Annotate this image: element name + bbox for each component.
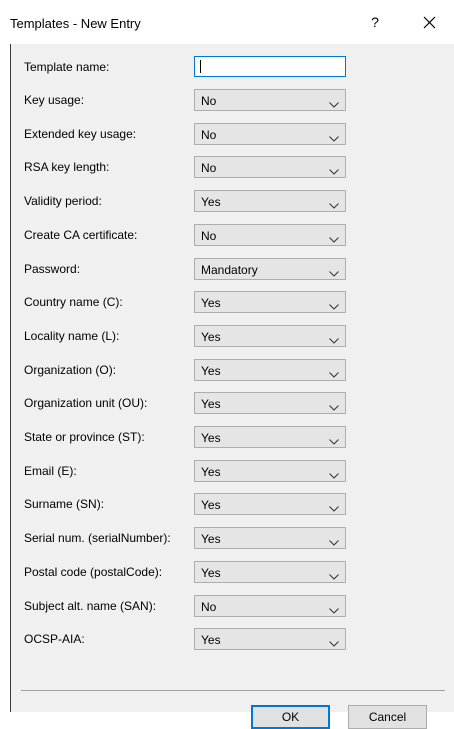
serial-num-serialnumber-select[interactable]: Yes (194, 527, 346, 549)
dialog-body: Template name: Key usage: No Extended key … (10, 44, 454, 729)
ocsp-aia-label: OCSP-AIA: (24, 632, 85, 646)
country-name-c-select[interactable]: Yes (194, 291, 346, 313)
validity-period-label: Validity period: (24, 194, 102, 208)
subject-alt-name-san-label: Subject alt. name (SAN): (24, 599, 157, 613)
select-value: Yes (201, 397, 221, 411)
chevron-down-icon (329, 131, 339, 145)
chevron-down-icon (329, 468, 339, 482)
chevron-down-icon (329, 266, 339, 280)
chevron-down-icon (329, 333, 339, 347)
chevron-down-icon (329, 636, 339, 650)
select-value: No (201, 94, 217, 108)
text-caret (200, 60, 201, 73)
chevron-down-icon (329, 501, 339, 515)
email-e-label: Email (E): (24, 464, 77, 478)
template-name-label: Template name: (24, 60, 110, 74)
select-value: No (201, 161, 217, 175)
country-name-c-label: Country name (C): (24, 295, 123, 309)
password-label: Password: (24, 262, 81, 276)
create-ca-certificate-select[interactable]: No (194, 224, 346, 246)
close-icon[interactable] (418, 10, 442, 34)
subject-alt-name-san-select[interactable]: No (194, 595, 346, 617)
organization-o-label: Organization (O): (24, 363, 117, 377)
chevron-down-icon (329, 400, 339, 414)
postal-code-postalcode-label: Postal code (postalCode): (24, 565, 163, 579)
state-or-province-st-label: State or province (ST): (24, 430, 145, 444)
rsa-key-length-select[interactable]: No (194, 156, 346, 178)
extended-key-usage-select[interactable]: No (194, 123, 346, 145)
create-ca-certificate-label: Create CA certificate: (24, 228, 138, 242)
email-e-select[interactable]: Yes (194, 460, 346, 482)
separator (21, 690, 445, 691)
locality-name-l-select[interactable]: Yes (194, 325, 346, 347)
chevron-down-icon (329, 569, 339, 583)
select-value: Yes (201, 532, 221, 546)
dialog-title: Templates - New Entry (10, 16, 141, 31)
title-bar: Templates - New Entry ? (0, 0, 454, 44)
select-value: Mandatory (201, 263, 258, 277)
chevron-down-icon (329, 232, 339, 246)
state-or-province-st-select[interactable]: Yes (194, 426, 346, 448)
key-usage-label: Key usage: (24, 93, 85, 107)
chevron-down-icon (329, 434, 339, 448)
chevron-down-icon (329, 367, 339, 381)
select-value: Yes (201, 633, 221, 647)
surname-sn-label: Surname (SN): (24, 497, 105, 511)
select-value: Yes (201, 566, 221, 580)
surname-sn-select[interactable]: Yes (194, 493, 346, 515)
select-value: Yes (201, 330, 221, 344)
password-select[interactable]: Mandatory (194, 258, 346, 280)
validity-period-select[interactable]: Yes (194, 190, 346, 212)
select-value: No (201, 128, 217, 142)
ok-button[interactable]: OK (251, 705, 330, 729)
serial-num-serialnumber-label: Serial num. (serialNumber): (24, 531, 171, 545)
ocsp-aia-select[interactable]: Yes (194, 628, 346, 650)
cancel-button[interactable]: Cancel (348, 705, 427, 729)
help-icon[interactable]: ? (363, 10, 387, 34)
chevron-down-icon (329, 535, 339, 549)
select-value: Yes (201, 498, 221, 512)
chevron-down-icon (329, 198, 339, 212)
chevron-down-icon (329, 603, 339, 617)
postal-code-postalcode-select[interactable]: Yes (194, 561, 346, 583)
select-value: Yes (201, 296, 221, 310)
select-value: Yes (201, 431, 221, 445)
organization-o-select[interactable]: Yes (194, 359, 346, 381)
chevron-down-icon (329, 164, 339, 178)
select-value: Yes (201, 465, 221, 479)
template-name-input[interactable] (194, 56, 346, 77)
key-usage-select[interactable]: No (194, 89, 346, 111)
organization-unit-ou-label: Organization unit (OU): (24, 396, 148, 410)
select-value: Yes (201, 195, 221, 209)
select-value: Yes (201, 364, 221, 378)
select-value: No (201, 229, 217, 243)
locality-name-l-label: Locality name (L): (24, 329, 120, 343)
extended-key-usage-label: Extended key usage: (24, 127, 137, 141)
rsa-key-length-label: RSA key length: (24, 160, 110, 174)
chevron-down-icon (329, 97, 339, 111)
select-value: No (201, 600, 217, 614)
chevron-down-icon (329, 299, 339, 313)
organization-unit-ou-select[interactable]: Yes (194, 392, 346, 414)
